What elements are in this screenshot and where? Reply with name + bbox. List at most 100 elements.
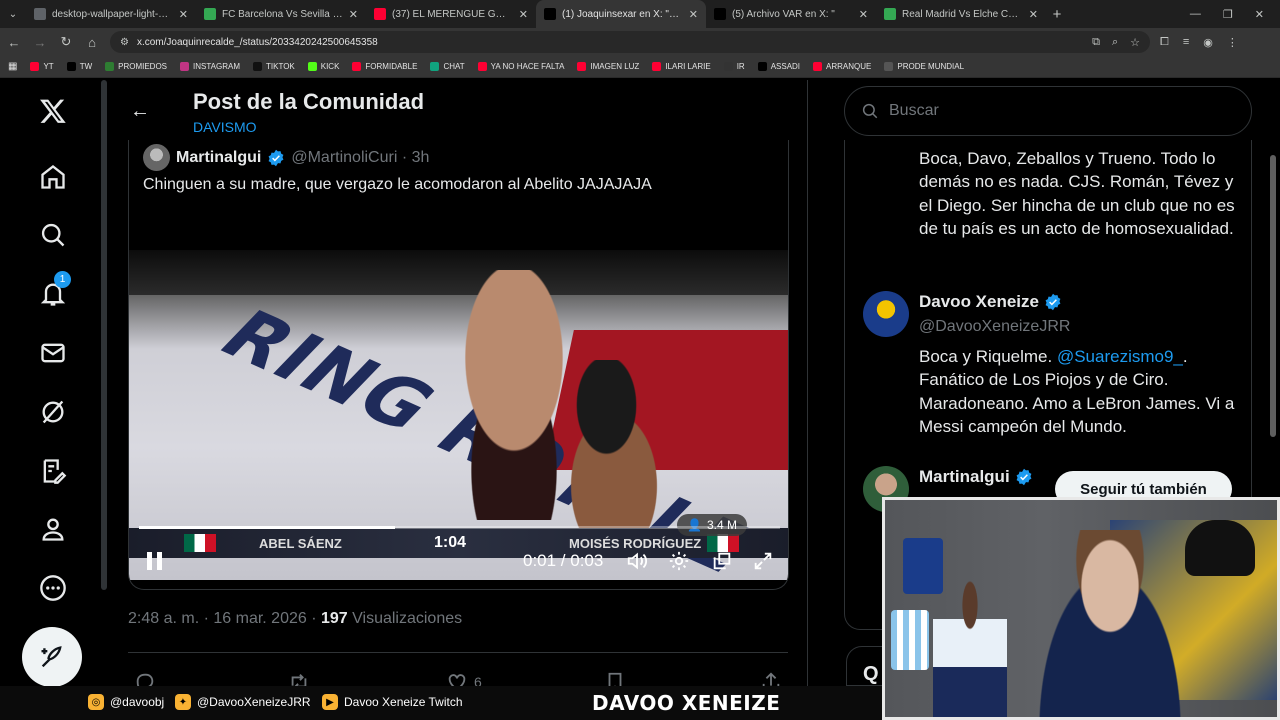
bookmark-icon[interactable] xyxy=(604,671,626,686)
bookmark-item[interactable]: FORMIDABLE xyxy=(352,62,417,71)
page-title: Post de la Comunidad xyxy=(193,89,425,114)
left-scrollbar[interactable] xyxy=(101,80,107,590)
user-name[interactable]: Martinalgui xyxy=(919,467,1033,487)
bio-text: Boca y Riquelme. xyxy=(919,347,1057,366)
bookmark-label: IR xyxy=(736,62,745,71)
site-info-icon[interactable]: ⚙ xyxy=(120,37,129,48)
bookmark-item[interactable]: KICK xyxy=(307,62,339,71)
more-options-icon[interactable] xyxy=(36,571,70,605)
address-bar[interactable]: ⚙ x.com/Joaquinrecalde_/status/203342024… xyxy=(110,31,1150,53)
video-progress-bar[interactable] xyxy=(139,526,780,529)
browser-tab[interactable]: desktop-wallpaper-light-yellow ✕ xyxy=(26,0,196,28)
bookmark-favicon-icon xyxy=(577,62,587,71)
restore-icon[interactable]: ❐ xyxy=(1223,8,1233,21)
bookmark-item[interactable]: YT xyxy=(30,62,54,71)
avatar[interactable] xyxy=(863,291,909,337)
bookmark-favicon-icon xyxy=(430,62,440,71)
bookmark-item[interactable]: INSTAGRAM xyxy=(180,62,240,71)
post-timestamp: 2:48 a. m. · 16 mar. 2026 · 197 Visualiz… xyxy=(128,610,462,628)
bookmark-item[interactable]: PROMIEDOS xyxy=(105,62,167,71)
instagram-icon: ◎ xyxy=(88,694,104,710)
browser-tab[interactable]: (5) Archivo VAR en X: " ✕ xyxy=(706,0,876,28)
reading-list-icon[interactable]: ≡ xyxy=(1183,36,1189,49)
zoom-icon[interactable]: ⌕ xyxy=(1112,36,1118,49)
browser-toolbar: ← → ↻ ⌂ ⚙ x.com/Joaquinrecalde_/status/2… xyxy=(0,28,1280,56)
bookmark-item[interactable]: ASSADI xyxy=(757,62,800,71)
author-name[interactable]: Martinalgui xyxy=(176,149,261,167)
compose-post-button[interactable] xyxy=(22,627,82,687)
new-tab-button[interactable]: + xyxy=(1046,6,1068,23)
repost-icon[interactable] xyxy=(288,671,310,686)
browser-tab[interactable]: FC Barcelona Vs Sevilla FC - Alin ✕ xyxy=(196,0,366,28)
browser-tab[interactable]: (37) EL MERENGUE GOLEÓ Y SI ✕ xyxy=(366,0,536,28)
bookmark-item[interactable]: ILARI LARIE xyxy=(652,62,711,71)
home-icon[interactable]: ⌂ xyxy=(84,35,100,50)
volume-icon[interactable] xyxy=(626,550,648,572)
profile-icon[interactable]: ◉ xyxy=(1203,36,1213,49)
minimize-icon[interactable]: — xyxy=(1190,8,1201,21)
install-app-icon[interactable]: ⧉ xyxy=(1092,36,1100,49)
mention-link[interactable]: @Suarezismo9_ xyxy=(1057,347,1183,366)
statue-figure xyxy=(933,580,1007,717)
right-scrollbar[interactable] xyxy=(1270,155,1276,437)
menu-icon[interactable]: ⋮ xyxy=(1227,36,1238,49)
tab-close-icon[interactable]: ✕ xyxy=(179,8,188,21)
bookmark-item[interactable]: CHAT xyxy=(430,62,465,71)
grok-icon[interactable] xyxy=(36,395,70,429)
bookmark-item[interactable]: PRODE MUNDIAL xyxy=(884,62,964,71)
bookmark-item[interactable]: TIKTOK xyxy=(253,62,295,71)
picture-in-picture-icon[interactable] xyxy=(711,550,733,572)
profile-person-icon[interactable] xyxy=(36,512,70,546)
fullscreen-icon[interactable] xyxy=(752,550,774,572)
tab-close-icon[interactable]: ✕ xyxy=(859,8,868,21)
share-icon[interactable] xyxy=(760,671,782,686)
bookmark-item[interactable]: IMAGEN LUZ xyxy=(577,62,639,71)
user-name-text[interactable]: Martinalgui xyxy=(919,467,1010,487)
bookmark-item[interactable]: TW xyxy=(66,62,92,71)
avatar[interactable] xyxy=(143,144,170,171)
home-nav-icon[interactable] xyxy=(36,160,70,194)
browser-tab[interactable]: (1) Joaquinsexar en X: "Gastó ✕ xyxy=(536,0,706,28)
back-nav-icon[interactable]: ← xyxy=(6,35,22,50)
settings-gear-icon[interactable] xyxy=(668,550,690,572)
close-window-icon[interactable]: ✕ xyxy=(1255,8,1264,21)
bookmark-favicon-icon xyxy=(307,62,317,71)
messages-envelope-icon[interactable] xyxy=(36,336,70,370)
verified-badge-icon xyxy=(1016,468,1032,486)
bookmark-item[interactable]: IR xyxy=(723,62,745,71)
framed-jersey xyxy=(891,610,929,670)
bookmark-label: TIKTOK xyxy=(266,62,295,71)
x-logo-icon[interactable] xyxy=(36,94,70,128)
tab-close-icon[interactable]: ✕ xyxy=(689,8,698,21)
lists-icon[interactable] xyxy=(36,454,70,488)
bookmark-item[interactable]: YA NO HACE FALTA xyxy=(477,62,564,71)
tab-close-icon[interactable]: ✕ xyxy=(349,8,358,21)
tab-close-icon[interactable]: ✕ xyxy=(519,8,528,21)
pause-icon[interactable] xyxy=(145,550,165,572)
x-left-nav: 1 xyxy=(0,80,105,687)
video-player[interactable]: RING ROYALE ABEL SÁENZ 1:04 MOISÉS RODRÍ… xyxy=(129,250,788,580)
tab-close-icon[interactable]: ✕ xyxy=(1029,8,1038,21)
like-button[interactable]: 6 xyxy=(446,671,482,686)
back-arrow-icon[interactable]: ← xyxy=(130,100,150,123)
reload-icon[interactable]: ↻ xyxy=(58,34,74,50)
tab-search-icon[interactable]: ⌄ xyxy=(0,0,26,28)
apps-grid-icon[interactable]: ▦ xyxy=(8,61,17,72)
explore-search-icon[interactable] xyxy=(36,218,70,252)
bookmark-star-icon[interactable]: ☆ xyxy=(1130,36,1140,49)
search-input[interactable]: Buscar xyxy=(844,86,1252,136)
video-controls: 0:01 / 0:03 xyxy=(129,542,788,580)
user-name[interactable]: Davoo Xeneize xyxy=(919,292,1062,312)
forward-nav-icon[interactable]: → xyxy=(32,35,48,50)
notification-badge: 1 xyxy=(54,271,71,288)
reply-icon[interactable] xyxy=(134,671,156,686)
browser-tab[interactable]: Real Madrid Vs Elche CF - Aline ✕ xyxy=(876,0,1046,28)
quoted-post[interactable]: Martinalgui @MartinoliCuri · 3h Chinguen… xyxy=(128,140,789,590)
notifications-bell-icon[interactable]: 1 xyxy=(36,271,71,311)
webcam-overlay xyxy=(882,497,1280,720)
bookmark-item[interactable]: ARRANQUE xyxy=(813,62,871,71)
community-link[interactable]: DAVISMO xyxy=(193,119,257,135)
timestamp-text[interactable]: 2:48 a. m. · 16 mar. 2026 · xyxy=(128,610,321,627)
extensions-icon[interactable]: ⧠ xyxy=(1160,36,1169,49)
user-name-text[interactable]: Davoo Xeneize xyxy=(919,292,1039,312)
